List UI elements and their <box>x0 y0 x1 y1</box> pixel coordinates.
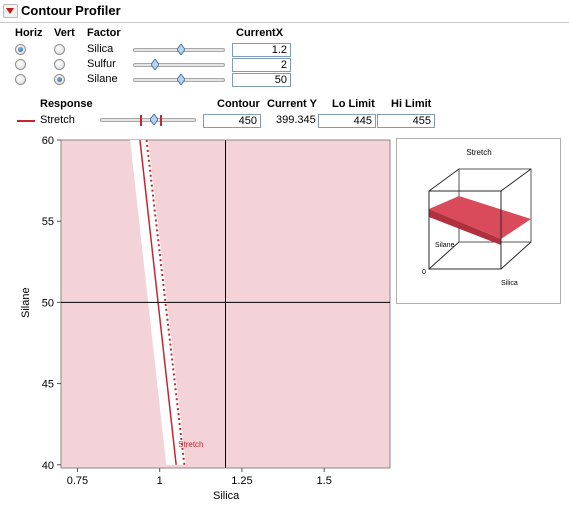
lo-limit-field[interactable]: 445 <box>318 114 376 128</box>
response-header: Response <box>40 98 93 110</box>
contour-field[interactable]: 450 <box>203 114 261 128</box>
horiz-radio-sulfur[interactable] <box>15 59 26 70</box>
lo-limit-header: Lo Limit <box>332 98 375 110</box>
x-tick-label: 1.25 <box>231 475 252 487</box>
lo-limit-marker[interactable] <box>140 115 142 126</box>
hi-limit-marker[interactable] <box>160 115 162 126</box>
response-color-swatch <box>17 120 35 122</box>
x-tick-label: 1.5 <box>317 475 332 487</box>
window-title: Contour Profiler <box>21 3 121 18</box>
contour-plot[interactable]: 0.75 1 1.25 1.5 40 45 50 55 60 Stretch <box>0 130 395 508</box>
disclosure-menu-icon[interactable] <box>3 4 18 18</box>
hi-limit-header: Hi Limit <box>391 98 432 110</box>
y-axis-label: Silane <box>20 287 32 318</box>
current-x-field-sulfur[interactable]: 2 <box>232 58 291 72</box>
x-tick-label: 1 <box>157 475 163 487</box>
surface-plot-panel[interactable]: Stretch Silane 0 Silica <box>396 138 561 304</box>
contour-slider-track[interactable] <box>100 118 196 122</box>
factor-name-silane: Silane <box>87 73 118 85</box>
x-tick-label: 0.75 <box>67 475 88 487</box>
vert-radio-sulfur[interactable] <box>54 59 65 70</box>
x-axis-label: Silica <box>213 490 240 502</box>
factor-slider-thumb-silica[interactable] <box>177 44 185 55</box>
response-name: Stretch <box>40 114 75 126</box>
vert-radio-silica[interactable] <box>54 44 65 55</box>
factor-name-silica: Silica <box>87 43 114 55</box>
factor-slider-thumb-silane[interactable] <box>177 74 185 85</box>
y-tick-label: 45 <box>42 379 54 391</box>
y-tick-label: 55 <box>42 216 54 228</box>
surface-title: Stretch <box>466 148 491 157</box>
factor-name-sulfur: Sulfur <box>87 58 116 70</box>
contour-slider-thumb[interactable] <box>150 114 158 125</box>
horiz-radio-silica[interactable] <box>15 44 26 55</box>
hi-limit-field[interactable]: 455 <box>377 114 435 128</box>
factor-slider-thumb-sulfur[interactable] <box>151 59 159 70</box>
y-tick-label: 60 <box>42 135 54 147</box>
surface-origin-label: 0 <box>422 269 426 276</box>
factor-slider-track-sulfur[interactable] <box>133 63 225 67</box>
horiz-header: Horiz <box>15 27 43 39</box>
vert-radio-silane[interactable] <box>54 74 65 85</box>
contour-line-label: Stretch <box>178 440 203 449</box>
current-x-field-silane[interactable]: 50 <box>232 73 291 87</box>
surface-x-axis-label: Silica <box>501 280 518 287</box>
current-x-header: CurrentX <box>236 27 284 39</box>
contour-header: Contour <box>217 98 260 110</box>
current-x-field-silica[interactable]: 1.2 <box>232 43 291 57</box>
surface-y-axis-label: Silane <box>435 242 455 249</box>
current-y-value: 399.345 <box>276 114 316 126</box>
horiz-radio-silane[interactable] <box>15 74 26 85</box>
surface-plot[interactable]: Stretch Silane 0 Silica <box>397 139 562 305</box>
y-tick-label: 40 <box>42 460 54 472</box>
y-tick-label: 50 <box>42 297 54 309</box>
current-y-header: Current Y <box>267 98 317 110</box>
vert-header: Vert <box>54 27 75 39</box>
factor-header: Factor <box>87 27 121 39</box>
